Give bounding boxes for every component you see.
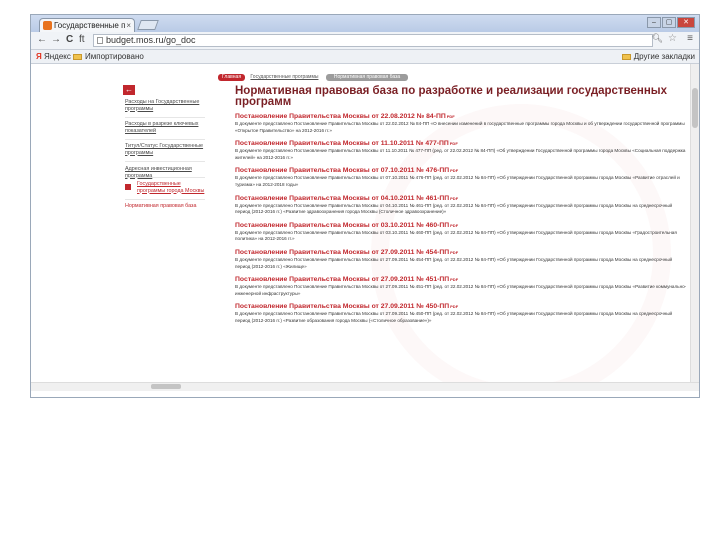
divider <box>125 117 205 118</box>
back-arrow-icon[interactable]: ← <box>123 85 135 95</box>
document-item: Постановление Правительства Москвы от 27… <box>235 275 687 297</box>
divider <box>125 161 205 162</box>
maximize-button[interactable]: ▢ <box>662 17 676 28</box>
breadcrumb-home[interactable]: Главная <box>218 74 246 81</box>
browser-tab[interactable]: Государственные п × <box>39 18 135 32</box>
sidebar-item-status[interactable]: Титул/Статус Государственные программы <box>125 143 211 156</box>
document-title-text: Постановление Правительства Москвы от 07… <box>235 167 450 175</box>
breadcrumb: Главная Государственные программы Нормат… <box>218 74 409 81</box>
sidebar-item-expenses[interactable]: Расходы на Государственные программы <box>125 99 211 112</box>
pdf-icon[interactable]: PDF <box>450 302 458 311</box>
pdf-icon[interactable]: PDF <box>450 221 458 230</box>
horizontal-scrollbar[interactable] <box>31 382 699 391</box>
active-bullet-icon <box>125 184 131 190</box>
reload-button[interactable]: C <box>66 34 73 46</box>
document-title-link[interactable]: Постановление Правительства Москвы от 27… <box>235 248 687 257</box>
bookmark-star-icon[interactable]: ☆ <box>668 33 677 44</box>
sidebar-item-programs[interactable]: Государственные программы города Москвы <box>137 181 207 194</box>
folder-icon <box>73 53 82 60</box>
other-bookmarks[interactable]: Другие закладки <box>621 50 695 63</box>
back-button[interactable]: ← <box>37 34 47 46</box>
document-title-link[interactable]: Постановление Правительства Москвы от 03… <box>235 221 687 230</box>
tab-title: Государственные п <box>54 21 126 30</box>
document-item: Постановление Правительства Москвы от 04… <box>235 194 687 216</box>
scrollbar-thumb[interactable] <box>692 88 698 128</box>
home-button[interactable]: ft <box>79 34 85 46</box>
document-item: Постановление Правительства Москвы от 07… <box>235 166 687 188</box>
search-icon[interactable]: 🔍︎ <box>652 33 663 44</box>
vertical-scrollbar[interactable] <box>690 64 699 391</box>
sidebar-item-indicators[interactable]: Расходы в разрезе ключевых показателей <box>125 121 211 134</box>
document-description: В документе представлено Постановление П… <box>235 148 686 160</box>
document-title-text: Постановление Правительства Москвы от 03… <box>235 221 450 229</box>
document-description: В документе представлено Постановление П… <box>235 202 673 215</box>
document-title-text: Постановление Правительства Москвы от 22… <box>235 113 446 120</box>
address-url: budget.mos.ru/go_doc <box>106 35 196 45</box>
breadcrumb-current: Нормативная правовая база <box>325 74 409 81</box>
document-title-text: Постановление Правительства Москвы от 27… <box>235 303 450 311</box>
document-item: Постановление Правительства Москвы от 11… <box>235 139 687 161</box>
folder-icon <box>621 53 631 60</box>
document-description: В документе представлено Постановление П… <box>235 121 685 133</box>
forward-button[interactable]: → <box>51 34 61 46</box>
yandex-icon: Я <box>36 52 42 61</box>
divider <box>125 177 205 178</box>
document-description: В документе представлено Постановление П… <box>235 284 687 296</box>
document-title-text: Постановление Правительства Москвы от 27… <box>235 276 450 284</box>
document-description: В документе представлено Постановление П… <box>235 229 677 242</box>
bookmark-imported[interactable]: Импортировано <box>73 50 144 63</box>
sidebar-item-normative[interactable]: Нормативная правовая база <box>125 203 211 209</box>
document-title-link[interactable]: Постановление Правительства Москвы от 27… <box>235 275 687 284</box>
window-controls: – ▢ ✕ <box>647 17 695 28</box>
document-description: В документе представлено Постановление П… <box>235 311 673 323</box>
tab-close-icon[interactable]: × <box>126 19 131 32</box>
bookmark-yandex[interactable]: Я Яндекс <box>36 50 71 63</box>
address-bar[interactable]: budget.mos.ru/go_doc <box>93 34 653 47</box>
new-tab-button[interactable] <box>137 20 159 30</box>
breadcrumb-section[interactable]: Государственные программы <box>250 74 318 80</box>
document-title-text: Постановление Правительства Москвы от 11… <box>235 140 449 148</box>
document-title-link[interactable]: Постановление Правительства Москвы от 27… <box>235 302 687 311</box>
main-content: Нормативная правовая база по разработке … <box>235 85 687 330</box>
document-item: Постановление Правительства Москвы от 22… <box>235 112 687 134</box>
document-item: Постановление Правительства Москвы от 27… <box>235 248 687 270</box>
divider <box>125 139 205 140</box>
browser-window: Государственные п × – ▢ ✕ ← → C ft budge… <box>30 14 700 398</box>
scrollbar-thumb[interactable] <box>151 384 181 389</box>
browser-toolbar: ← → C ft budget.mos.ru/go_doc 🔍︎ ☆ ≡ <box>31 32 699 50</box>
page-icon <box>97 37 103 44</box>
document-item: Постановление Правительства Москвы от 27… <box>235 302 687 324</box>
document-description: В документе представлено Постановление П… <box>235 256 673 269</box>
title-bar: Государственные п × – ▢ ✕ <box>31 15 699 32</box>
document-title-link[interactable]: Постановление Правительства Москвы от 04… <box>235 194 687 203</box>
pdf-icon[interactable]: PDF <box>450 275 458 284</box>
document-list: Постановление Правительства Москвы от 22… <box>235 112 687 325</box>
close-window-button[interactable]: ✕ <box>677 17 695 28</box>
bookmarks-bar: Я Яндекс Импортировано Другие закладки <box>31 50 699 64</box>
document-description: В документе представлено Постановление П… <box>235 175 680 187</box>
page-content: Главная Государственные программы Нормат… <box>31 64 699 391</box>
pdf-icon[interactable]: PDF <box>450 139 458 148</box>
minimize-button[interactable]: – <box>647 17 661 28</box>
pdf-icon[interactable]: PDF <box>447 112 455 121</box>
page-title: Нормативная правовая база по разработке … <box>235 85 667 108</box>
menu-icon[interactable]: ≡ <box>687 33 693 44</box>
document-title-text: Постановление Правительства Москвы от 04… <box>235 194 450 202</box>
document-title-text: Постановление Правительства Москвы от 27… <box>235 248 450 256</box>
document-title-link[interactable]: Постановление Правительства Москвы от 11… <box>235 139 687 148</box>
pdf-icon[interactable]: PDF <box>450 194 458 203</box>
document-title-link[interactable]: Постановление Правительства Москвы от 22… <box>235 112 687 121</box>
divider <box>125 199 205 200</box>
site-favicon-icon <box>43 21 52 30</box>
pdf-icon[interactable]: PDF <box>450 248 458 257</box>
document-item: Постановление Правительства Москвы от 03… <box>235 221 687 243</box>
